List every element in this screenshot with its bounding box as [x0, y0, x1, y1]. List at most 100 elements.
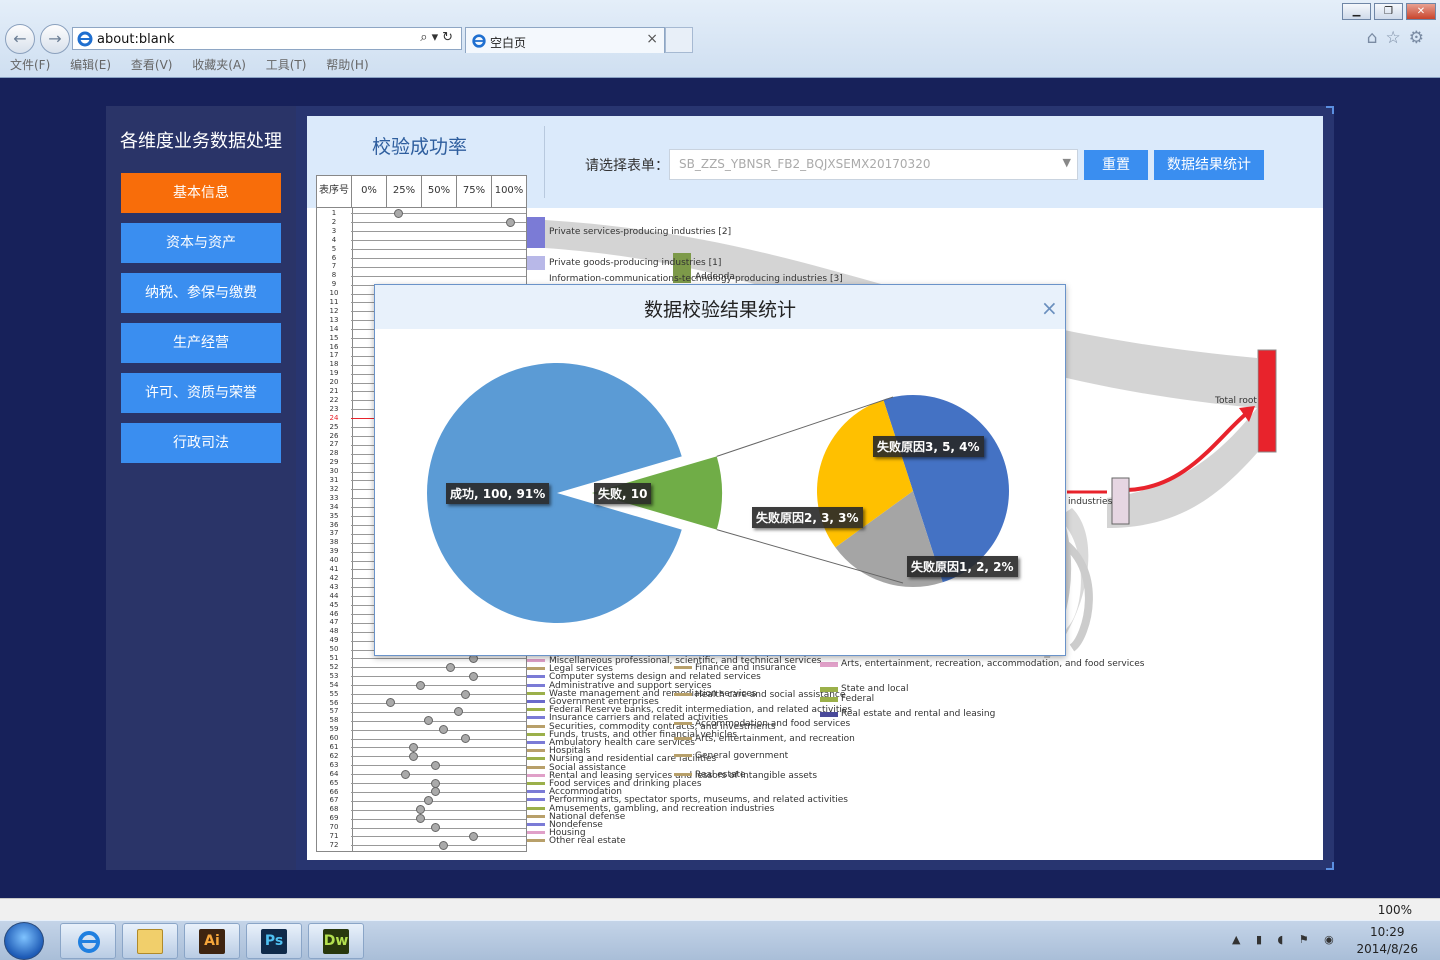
table-row-index: 36 [329, 520, 339, 529]
menu-tools[interactable]: 工具(T) [266, 56, 307, 73]
tab-blank[interactable]: 空白页 × [465, 27, 665, 53]
table-row-dot[interactable] [438, 840, 448, 850]
sankey-node [820, 697, 838, 702]
reset-button[interactable]: 重置 [1084, 150, 1148, 180]
table-row-index: 29 [329, 458, 339, 467]
table-row-dot[interactable] [408, 742, 418, 752]
sankey-node [527, 667, 545, 671]
table-header: 表序号 0% 25% 50% 75% 100% [317, 176, 526, 208]
menu-view[interactable]: 查看(V) [131, 56, 173, 73]
stats-modal: 数据校验结果统计 × 成功, 100, 91% 失败, 10 失败原因3, 5, 4… [374, 284, 1066, 656]
table-row-index: 41 [329, 565, 339, 573]
tab-close-icon[interactable]: × [646, 31, 658, 47]
sankey-label: Accommodation and food services [695, 719, 851, 729]
zoom-level[interactable]: 100% [1378, 903, 1412, 917]
close-icon[interactable]: × [1041, 296, 1058, 320]
table-row-dot[interactable] [393, 208, 403, 218]
header-50: 50% [422, 176, 457, 208]
toolbar-icons[interactable]: ⌂☆⚙ [1367, 28, 1432, 48]
table-row-dot[interactable] [401, 769, 410, 779]
forward-button[interactable]: → [40, 24, 70, 54]
search-refresh-icons[interactable]: ⌕▾↻ [420, 30, 457, 45]
table-row-index: 44 [329, 591, 339, 600]
taskbar-photoshop[interactable]: Ps [246, 923, 302, 959]
new-tab-button[interactable] [665, 27, 693, 53]
sidebar-item-basic-info[interactable]: 基本信息 [121, 173, 281, 213]
table-row-dot[interactable] [423, 796, 433, 806]
sankey-node [527, 716, 545, 720]
sankey-node [527, 782, 545, 785]
table-row-dot[interactable] [446, 662, 455, 672]
table-row-dot[interactable] [438, 725, 448, 735]
table-row-dot[interactable] [431, 778, 440, 788]
taskbar-dreamweaver[interactable]: Dw [308, 923, 364, 959]
close-window-button[interactable]: ✕ [1406, 3, 1436, 20]
address-bar[interactable]: about:blank ⌕▾↻ [72, 27, 462, 50]
sidebar-item-tax-insurance[interactable]: 纳税、参保与缴费 [121, 273, 281, 313]
stats-button[interactable]: 数据结果统计 [1154, 150, 1264, 180]
table-row-line [351, 685, 526, 687]
sidebar-item-licenses[interactable]: 许可、资质与荣誉 [121, 373, 281, 413]
taskbar-ie[interactable] [60, 923, 116, 959]
table-row-index: 22 [329, 395, 339, 404]
table-row-dot[interactable] [453, 707, 463, 717]
table-row-index: 2 [331, 217, 337, 226]
table-row-index: 19 [329, 369, 339, 378]
sankey-label: Arts, entertainment, recreation, accommo… [841, 659, 1145, 669]
address-text: about:blank [97, 32, 175, 47]
chevron-down-icon: ▼ [1062, 156, 1071, 169]
system-tray-icons[interactable]: ▲ ▮ ◖ ⚑ ◉ [1232, 933, 1340, 946]
ie-tab-icon [472, 34, 486, 48]
table-row-line [351, 658, 526, 660]
dreamweaver-icon: Dw [323, 929, 349, 954]
rate-title: 校验成功率 [372, 136, 468, 158]
sidebar-item-legal[interactable]: 行政司法 [121, 423, 281, 463]
table-row-dot[interactable] [468, 831, 478, 841]
sankey-label-addenda: Addenda [695, 272, 735, 282]
table-row-index: 59 [329, 725, 339, 734]
sidebar-item-capital-assets[interactable]: 资本与资产 [121, 223, 281, 263]
table-row-index: 53 [329, 671, 339, 680]
sankey-label: Arts, entertainment, and recreation [695, 734, 855, 744]
menu-help[interactable]: 帮助(H) [326, 56, 368, 73]
table-row-dot[interactable] [461, 734, 470, 744]
restore-button[interactable]: ❐ [1374, 3, 1403, 20]
table-row-dot[interactable] [506, 217, 515, 227]
form-select[interactable]: SB_ZZS_YBNSR_FB2_BQJXSEMX20170320 ▼ [669, 149, 1078, 180]
sidebar-item-operations[interactable]: 生产经营 [121, 323, 281, 363]
table-row-dot[interactable] [431, 823, 440, 833]
table-row-dot[interactable] [408, 751, 418, 761]
minimize-button[interactable]: ▁ [1342, 3, 1371, 20]
table-row-index: 67 [329, 796, 339, 805]
sankey-node [527, 773, 545, 777]
clock[interactable]: 10:29 2014/8/26 [1356, 924, 1418, 958]
table-row-dot[interactable] [461, 689, 470, 699]
menu-edit[interactable]: 编辑(E) [70, 56, 111, 73]
table-row-line [351, 711, 526, 713]
sankey-node [527, 675, 545, 679]
label-reason2: 失败原因2, 3, 3% [752, 507, 863, 528]
table-row-dot[interactable] [468, 671, 478, 681]
menu-favorites[interactable]: 收藏夹(A) [192, 56, 246, 73]
sankey-label-total-root: Total root [1215, 396, 1257, 406]
header-100: 100% [494, 185, 524, 196]
table-row-index: 14 [329, 324, 339, 333]
label-success: 成功, 100, 91% [446, 483, 550, 504]
table-row-dot[interactable] [423, 716, 433, 726]
table-row-dot[interactable] [431, 760, 440, 770]
sankey-node [527, 749, 545, 753]
label-reason3: 失败原因3, 5, 4% [873, 436, 984, 457]
clock-date: 2014/8/26 [1356, 942, 1418, 956]
taskbar-illustrator[interactable]: Ai [184, 923, 240, 959]
table-row-dot[interactable] [416, 680, 425, 690]
back-button[interactable]: ← [5, 24, 35, 54]
sankey-node [820, 712, 838, 717]
start-button[interactable] [4, 922, 44, 960]
taskbar-explorer[interactable] [122, 923, 178, 959]
table-row-line [351, 257, 526, 259]
table-row-index: 18 [329, 360, 339, 369]
modal-title: 数据校验结果统计 [643, 299, 796, 321]
table-row-index: 37 [329, 529, 339, 538]
menu-file[interactable]: 文件(F) [10, 56, 50, 73]
table-row-index: 45 [329, 600, 339, 609]
